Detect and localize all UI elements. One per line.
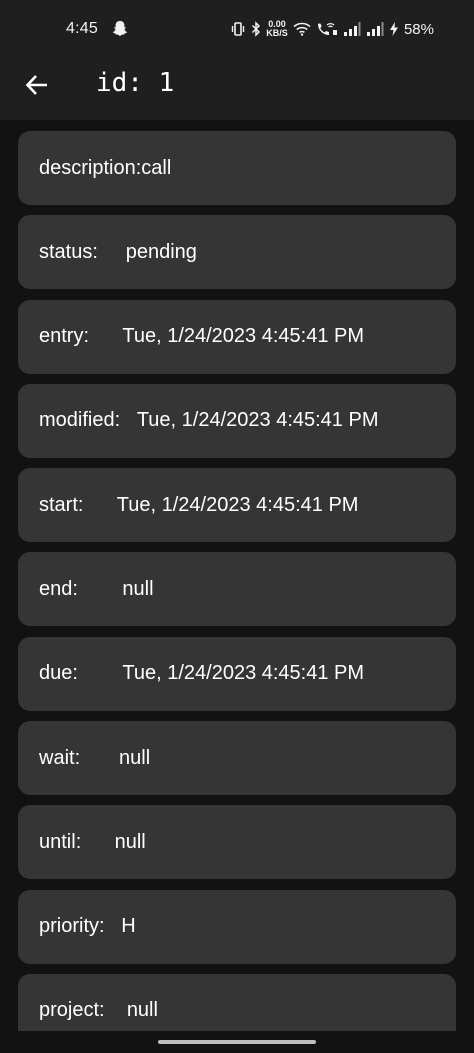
field-value: Tue, 1/24/2023 4:45:41 PM <box>122 325 365 348</box>
field-value: null <box>122 577 154 600</box>
back-button[interactable] <box>20 70 54 104</box>
vibrate-icon <box>230 21 246 37</box>
signal-icon <box>366 22 384 36</box>
field-label: until: <box>39 830 115 853</box>
field-value: Tue, 1/24/2023 4:45:41 PM <box>136 409 379 432</box>
task-detail-screen: 4:45 0.00 KB/S 58% id: 1 description: ca… <box>0 0 474 1053</box>
field-label: due: <box>39 662 123 685</box>
field-card-due[interactable]: due: Tue, 1/24/2023 4:45:41 PM <box>18 636 456 711</box>
battery-percentage: 58% <box>403 20 434 38</box>
signal-icon <box>343 22 361 36</box>
network-speed: 0.00 KB/S <box>266 20 288 38</box>
field-label: end: <box>39 577 123 600</box>
field-label: start: <box>39 493 117 516</box>
field-value: null <box>114 830 146 853</box>
field-label: entry: <box>39 325 123 348</box>
field-card-until[interactable]: until: null <box>18 805 456 880</box>
field-value: Tue, 1/24/2023 4:45:41 PM <box>122 662 365 685</box>
page-title: id: 1 <box>96 68 175 98</box>
home-gesture-handle[interactable] <box>158 1040 316 1044</box>
field-value: H <box>121 915 136 938</box>
field-label: project: <box>39 999 127 1022</box>
snapchat-ghost-icon <box>112 20 128 38</box>
field-label: status: <box>39 240 126 263</box>
field-card-wait[interactable]: wait: null <box>18 721 456 796</box>
arrow-back-icon <box>25 73 49 102</box>
bluetooth-icon <box>251 21 261 37</box>
field-label: description: <box>39 156 142 179</box>
field-card-modified[interactable]: modified: Tue, 1/24/2023 4:45:41 PM <box>18 383 456 458</box>
field-label: wait: <box>39 746 120 769</box>
app-bar: id: 1 <box>0 56 474 120</box>
field-value: null <box>119 746 151 769</box>
field-value: Tue, 1/24/2023 4:45:41 PM <box>116 493 359 516</box>
field-card-entry[interactable]: entry: Tue, 1/24/2023 4:45:41 PM <box>18 299 456 374</box>
status-time: 4:45 <box>66 20 98 37</box>
wifi-calling-icon <box>316 21 338 37</box>
field-card-description[interactable]: description: call <box>18 131 456 205</box>
field-card-status[interactable]: status: pending <box>18 215 456 290</box>
field-value: pending <box>125 240 197 263</box>
field-label: priority: <box>39 915 122 938</box>
field-card-priority[interactable]: priority: H <box>18 889 456 964</box>
wifi-icon <box>293 22 311 36</box>
charging-icon <box>389 21 399 37</box>
field-label: modified: <box>39 409 137 432</box>
network-speed-unit: KB/S <box>266 28 288 38</box>
status-bar: 4:45 0.00 KB/S 58% <box>0 0 474 56</box>
field-card-end[interactable]: end: null <box>18 552 456 627</box>
field-card-start[interactable]: start: Tue, 1/24/2023 4:45:41 PM <box>18 468 456 543</box>
field-value: call <box>141 156 172 179</box>
field-value: null <box>126 999 158 1022</box>
task-field-list: description: call status: pending entry: … <box>18 131 456 1053</box>
gesture-nav-bar <box>0 1031 474 1053</box>
status-icons: 0.00 KB/S 58% <box>230 18 434 40</box>
